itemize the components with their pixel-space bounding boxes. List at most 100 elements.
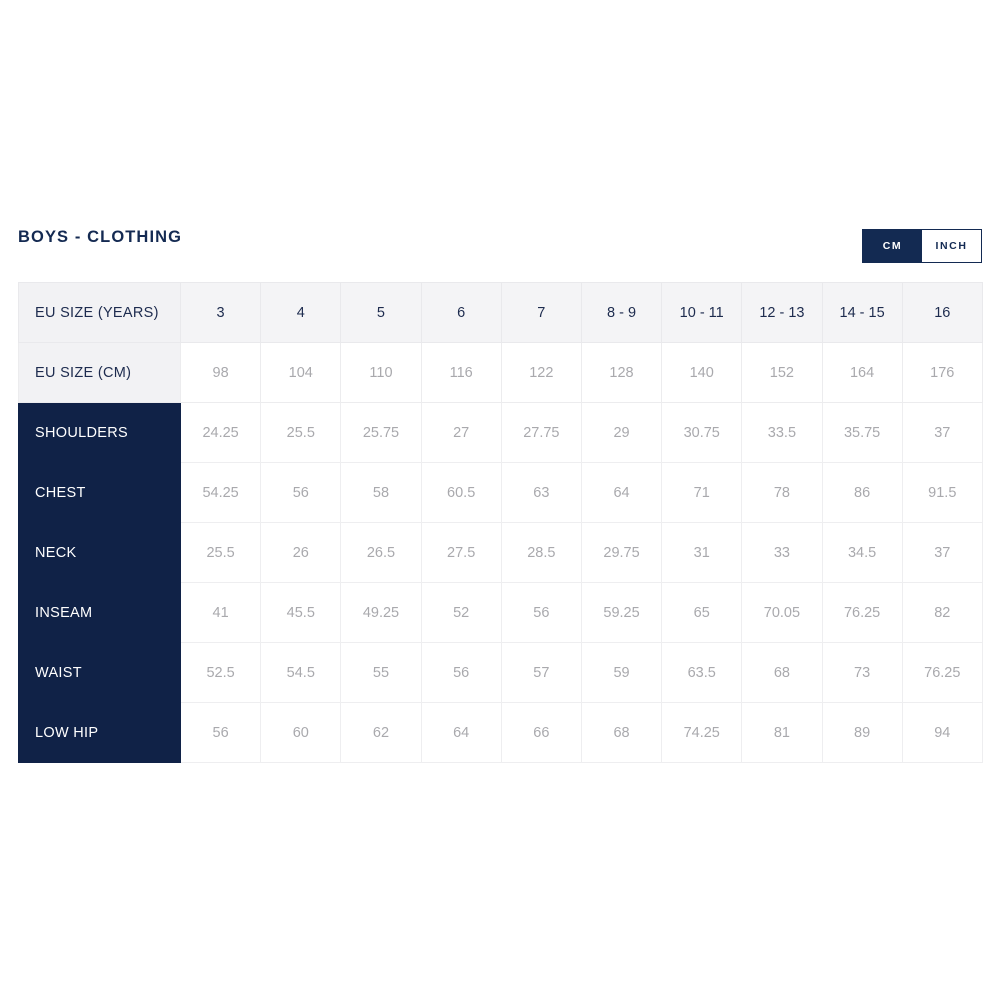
cell-waist-0: 52.5: [179, 642, 262, 703]
row-label-chest: CHEST: [18, 462, 181, 523]
cell-shoulders-2: 25.75: [340, 402, 422, 463]
cell-eu-size-years-6: 10 - 11: [661, 282, 743, 343]
cell-waist-8: 73: [821, 642, 903, 703]
cell-waist-2: 55: [340, 642, 422, 703]
page-title: BOYS - CLOTHING: [18, 228, 183, 246]
cell-eu-size-years-5: 8 - 9: [580, 282, 663, 343]
unit-toggle[interactable]: CM INCH: [862, 229, 982, 263]
cell-chest-0: 54.25: [179, 462, 262, 523]
cell-eu-size-cm-8: 164: [821, 342, 903, 403]
row-label-eu-size-cm: EU SIZE (CM): [18, 342, 181, 403]
cell-low-hip-5: 68: [580, 702, 663, 763]
row-label-shoulders: SHOULDERS: [18, 402, 181, 463]
cell-low-hip-4: 66: [500, 702, 582, 763]
row-label-inseam: INSEAM: [18, 582, 181, 643]
cell-eu-size-cm-3: 116: [420, 342, 502, 403]
cell-neck-4: 28.5: [500, 522, 582, 583]
cell-low-hip-9: 94: [901, 702, 983, 763]
cell-inseam-0: 41: [179, 582, 262, 643]
cell-eu-size-cm-6: 140: [661, 342, 743, 403]
cell-eu-size-years-9: 16: [901, 282, 983, 343]
cell-eu-size-cm-4: 122: [500, 342, 582, 403]
cell-eu-size-cm-5: 128: [580, 342, 663, 403]
row-label-neck: NECK: [18, 522, 181, 583]
cell-neck-2: 26.5: [340, 522, 422, 583]
cell-chest-4: 63: [500, 462, 582, 523]
table-row-low-hip: LOW HIP 56 60 62 64 66 68 74.25 81 89 94: [18, 702, 983, 763]
cell-shoulders-1: 25.5: [260, 402, 342, 463]
chart-header: BOYS - CLOTHING CM INCH: [18, 222, 982, 270]
cell-neck-7: 33: [741, 522, 823, 583]
cell-shoulders-7: 33.5: [741, 402, 823, 463]
cell-eu-size-cm-9: 176: [901, 342, 983, 403]
cell-chest-6: 71: [661, 462, 743, 523]
cell-shoulders-4: 27.75: [500, 402, 582, 463]
row-label-eu-size-years: EU SIZE (YEARS): [18, 282, 181, 343]
cell-shoulders-8: 35.75: [821, 402, 903, 463]
cell-low-hip-2: 62: [340, 702, 422, 763]
cell-low-hip-7: 81: [741, 702, 823, 763]
cell-chest-1: 56: [260, 462, 342, 523]
cell-eu-size-years-4: 7: [500, 282, 582, 343]
cell-inseam-2: 49.25: [340, 582, 422, 643]
cell-inseam-9: 82: [901, 582, 983, 643]
cell-inseam-6: 65: [661, 582, 743, 643]
table-row-eu-size-cm: EU SIZE (CM) 98 104 110 116 122 128 140 …: [18, 342, 983, 403]
cell-chest-3: 60.5: [420, 462, 502, 523]
table-row-waist: WAIST 52.5 54.5 55 56 57 59 63.5 68 73 7…: [18, 642, 983, 703]
table-row-eu-size-years: EU SIZE (YEARS) 3 4 5 6 7 8 - 9 10 - 11 …: [18, 282, 983, 343]
cell-eu-size-cm-0: 98: [179, 342, 262, 403]
row-label-low-hip: LOW HIP: [18, 702, 181, 763]
cell-low-hip-3: 64: [420, 702, 502, 763]
cell-low-hip-1: 60: [260, 702, 342, 763]
cell-shoulders-0: 24.25: [179, 402, 262, 463]
cell-eu-size-years-7: 12 - 13: [741, 282, 823, 343]
table-row-inseam: INSEAM 41 45.5 49.25 52 56 59.25 65 70.0…: [18, 582, 983, 643]
cell-eu-size-years-3: 6: [420, 282, 502, 343]
cell-waist-5: 59: [580, 642, 663, 703]
cell-neck-5: 29.75: [580, 522, 663, 583]
cell-low-hip-8: 89: [821, 702, 903, 763]
cell-waist-3: 56: [420, 642, 502, 703]
table-row-chest: CHEST 54.25 56 58 60.5 63 64 71 78 86 91…: [18, 462, 983, 523]
cell-shoulders-6: 30.75: [661, 402, 743, 463]
cell-neck-3: 27.5: [420, 522, 502, 583]
unit-toggle-cm-button[interactable]: CM: [863, 230, 922, 262]
cell-inseam-3: 52: [420, 582, 502, 643]
cell-shoulders-3: 27: [420, 402, 502, 463]
size-table-container: EU SIZE (YEARS) 3 4 5 6 7 8 - 9 10 - 11 …: [18, 282, 983, 763]
cell-neck-0: 25.5: [179, 522, 262, 583]
cell-inseam-4: 56: [500, 582, 582, 643]
cell-shoulders-5: 29: [580, 402, 663, 463]
cell-neck-8: 34.5: [821, 522, 903, 583]
cell-waist-4: 57: [500, 642, 582, 703]
cell-inseam-7: 70.05: [741, 582, 823, 643]
cell-low-hip-6: 74.25: [661, 702, 743, 763]
row-label-waist: WAIST: [18, 642, 181, 703]
size-chart-page: BOYS - CLOTHING CM INCH EU SIZE (YEARS) …: [0, 0, 1000, 1000]
cell-chest-8: 86: [821, 462, 903, 523]
cell-eu-size-years-8: 14 - 15: [821, 282, 903, 343]
cell-eu-size-years-1: 4: [260, 282, 342, 343]
cell-eu-size-cm-2: 110: [340, 342, 422, 403]
cell-chest-5: 64: [580, 462, 663, 523]
cell-waist-6: 63.5: [661, 642, 743, 703]
size-table: EU SIZE (YEARS) 3 4 5 6 7 8 - 9 10 - 11 …: [18, 282, 983, 763]
cell-eu-size-years-2: 5: [340, 282, 422, 343]
cell-shoulders-9: 37: [901, 402, 983, 463]
cell-chest-9: 91.5: [901, 462, 983, 523]
cell-neck-6: 31: [661, 522, 743, 583]
cell-chest-2: 58: [340, 462, 422, 523]
cell-eu-size-cm-1: 104: [260, 342, 342, 403]
cell-inseam-8: 76.25: [821, 582, 903, 643]
table-row-shoulders: SHOULDERS 24.25 25.5 25.75 27 27.75 29 3…: [18, 402, 983, 463]
cell-chest-7: 78: [741, 462, 823, 523]
cell-waist-9: 76.25: [901, 642, 983, 703]
cell-low-hip-0: 56: [179, 702, 262, 763]
cell-inseam-1: 45.5: [260, 582, 342, 643]
cell-eu-size-cm-7: 152: [741, 342, 823, 403]
unit-toggle-inch-button[interactable]: INCH: [922, 230, 981, 262]
cell-neck-1: 26: [260, 522, 342, 583]
cell-inseam-5: 59.25: [580, 582, 663, 643]
cell-waist-7: 68: [741, 642, 823, 703]
